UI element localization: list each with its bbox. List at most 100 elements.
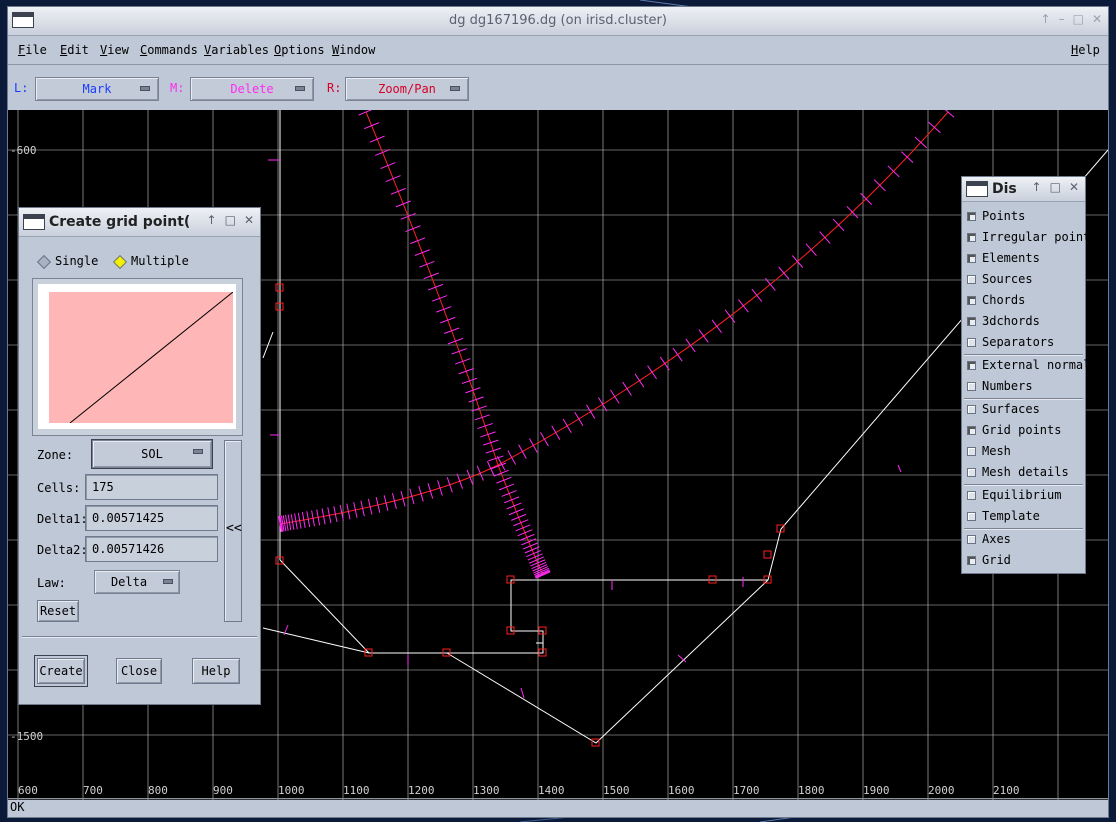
- zone-label: Zone:: [37, 448, 74, 462]
- display-option-3dchords[interactable]: 3dchords: [967, 314, 1040, 328]
- cells-label: Cells:: [37, 481, 81, 495]
- display-option-label: Numbers: [982, 379, 1033, 393]
- x-tick-label: 1500: [603, 784, 630, 797]
- create-button[interactable]: Create: [34, 655, 88, 687]
- y-tick-label: -600: [10, 144, 37, 157]
- checkbox-icon: [967, 254, 976, 263]
- x-tick-label: 1700: [733, 784, 760, 797]
- reset-button[interactable]: Reset: [37, 600, 79, 622]
- panel-titlebar[interactable]: Dis ↑ □ ✕: [962, 177, 1085, 202]
- dialog-titlebar[interactable]: Create grid point(s) ↑ □ ✕: [19, 208, 260, 237]
- dropdown-icon: [450, 86, 460, 91]
- delta2-label: Delta2:: [37, 543, 88, 557]
- checkbox-icon: [967, 382, 976, 391]
- option-group-separator: [964, 398, 1083, 400]
- menu-file[interactable]: File: [18, 43, 47, 57]
- display-option-numbers[interactable]: Numbers: [967, 379, 1033, 393]
- left-mode-value: Mark: [82, 82, 112, 96]
- x-tick-label: 1600: [668, 784, 695, 797]
- display-option-mesh[interactable]: Mesh: [967, 444, 1011, 458]
- delta1-input[interactable]: 0.00571425: [85, 505, 218, 531]
- middle-mode-label: M:: [170, 81, 185, 95]
- menu-variables[interactable]: Variables: [204, 43, 269, 57]
- left-mode-select[interactable]: Mark: [35, 77, 159, 101]
- display-option-chords[interactable]: Chords: [967, 293, 1025, 307]
- display-option-grid[interactable]: Grid: [967, 553, 1011, 567]
- dropdown-icon: [193, 449, 203, 454]
- display-option-axes[interactable]: Axes: [967, 532, 1011, 546]
- checkbox-icon: [967, 426, 976, 435]
- display-option-label: Irregular points: [982, 230, 1098, 244]
- display-option-template[interactable]: Template: [967, 509, 1040, 523]
- panel-menu-icon[interactable]: [966, 181, 988, 197]
- display-option-sources[interactable]: Sources: [967, 272, 1033, 286]
- menu-commands[interactable]: Commands: [140, 43, 198, 57]
- maximize-icon[interactable]: □: [1050, 180, 1061, 194]
- right-mode-select[interactable]: Zoom/Pan: [345, 77, 469, 101]
- radio-multiple[interactable]: Multiple: [112, 254, 189, 269]
- display-option-label: Grid points: [982, 423, 1062, 437]
- x-tick-label: 700: [83, 784, 103, 797]
- collapse-button[interactable]: <<: [224, 440, 242, 622]
- display-option-label: Chords: [982, 293, 1026, 307]
- law-preview-frame: [32, 278, 243, 436]
- display-option-label: Equilibrium: [982, 488, 1062, 502]
- shade-icon[interactable]: ↑: [207, 213, 217, 227]
- display-option-label: Mesh: [982, 444, 1011, 458]
- status-text: OK: [10, 800, 25, 814]
- window-titlebar[interactable]: dg dg167196.dg (on irisd.cluster) ↑ – □ …: [8, 7, 1108, 36]
- display-option-points[interactable]: Points: [967, 209, 1025, 223]
- create-grid-points-dialog: Create grid point(s) ↑ □ ✕ Single Multip…: [18, 207, 261, 705]
- cells-input[interactable]: 175: [85, 474, 218, 500]
- law-value: Delta: [110, 575, 148, 589]
- menu-help[interactable]: Help: [1071, 43, 1100, 57]
- left-mode-label: L:: [14, 81, 29, 95]
- display-option-label: Points: [982, 209, 1026, 223]
- law-select[interactable]: Delta: [94, 570, 180, 594]
- law-graph: [49, 292, 233, 423]
- display-option-grid-points[interactable]: Grid points: [967, 423, 1061, 437]
- zone-select[interactable]: SOL: [91, 439, 213, 469]
- middle-mode-select[interactable]: Delete: [190, 77, 314, 101]
- menu-window[interactable]: Window: [332, 43, 375, 57]
- display-option-surfaces[interactable]: Surfaces: [967, 402, 1040, 416]
- display-option-label: Sources: [982, 272, 1033, 286]
- display-option-external-normals[interactable]: External normals: [967, 358, 1098, 372]
- mouse-mode-bar: L: Mark M: Delete R: Zoom/Pan: [8, 70, 1108, 106]
- close-icon[interactable]: ✕: [1069, 180, 1079, 194]
- radio-single[interactable]: Single: [36, 254, 99, 269]
- checkbox-icon: [967, 447, 976, 456]
- dropdown-icon: [295, 86, 305, 91]
- maximize-icon[interactable]: □: [1073, 12, 1084, 26]
- close-icon[interactable]: ✕: [1092, 12, 1102, 26]
- dialog-title: Create grid point(s): [49, 214, 189, 230]
- dialog-menu-icon[interactable]: [23, 214, 45, 230]
- close-icon[interactable]: ✕: [244, 213, 254, 227]
- delta2-input[interactable]: 0.00571426: [85, 536, 218, 562]
- help-button[interactable]: Help: [192, 658, 240, 684]
- menu-edit[interactable]: Edit: [60, 43, 89, 57]
- panel-title: Dis: [992, 181, 1017, 197]
- checkbox-icon: [967, 405, 976, 414]
- law-preview: [38, 284, 236, 429]
- menu-view[interactable]: View: [100, 43, 129, 57]
- law-curve: [69, 292, 233, 423]
- maximize-icon[interactable]: □: [225, 213, 236, 227]
- display-option-elements[interactable]: Elements: [967, 251, 1040, 265]
- shade-icon[interactable]: ↑: [1032, 180, 1042, 194]
- menu-options[interactable]: Options: [274, 43, 325, 57]
- display-option-label: 3dchords: [982, 314, 1040, 328]
- display-option-irregular-points[interactable]: Irregular points: [967, 230, 1098, 244]
- zone-value: SOL: [141, 447, 163, 461]
- radio-single-label: Single: [55, 254, 99, 268]
- dropdown-icon: [163, 579, 173, 584]
- x-tick-label: 1900: [863, 784, 890, 797]
- minimize-icon[interactable]: –: [1059, 12, 1065, 26]
- shade-icon[interactable]: ↑: [1041, 12, 1051, 26]
- display-option-mesh-details[interactable]: Mesh details: [967, 465, 1069, 479]
- display-option-equilibrium[interactable]: Equilibrium: [967, 488, 1061, 502]
- checkbox-icon: [967, 233, 976, 242]
- display-option-separators[interactable]: Separators: [967, 335, 1054, 349]
- display-option-label: Elements: [982, 251, 1040, 265]
- close-button[interactable]: Close: [116, 658, 162, 684]
